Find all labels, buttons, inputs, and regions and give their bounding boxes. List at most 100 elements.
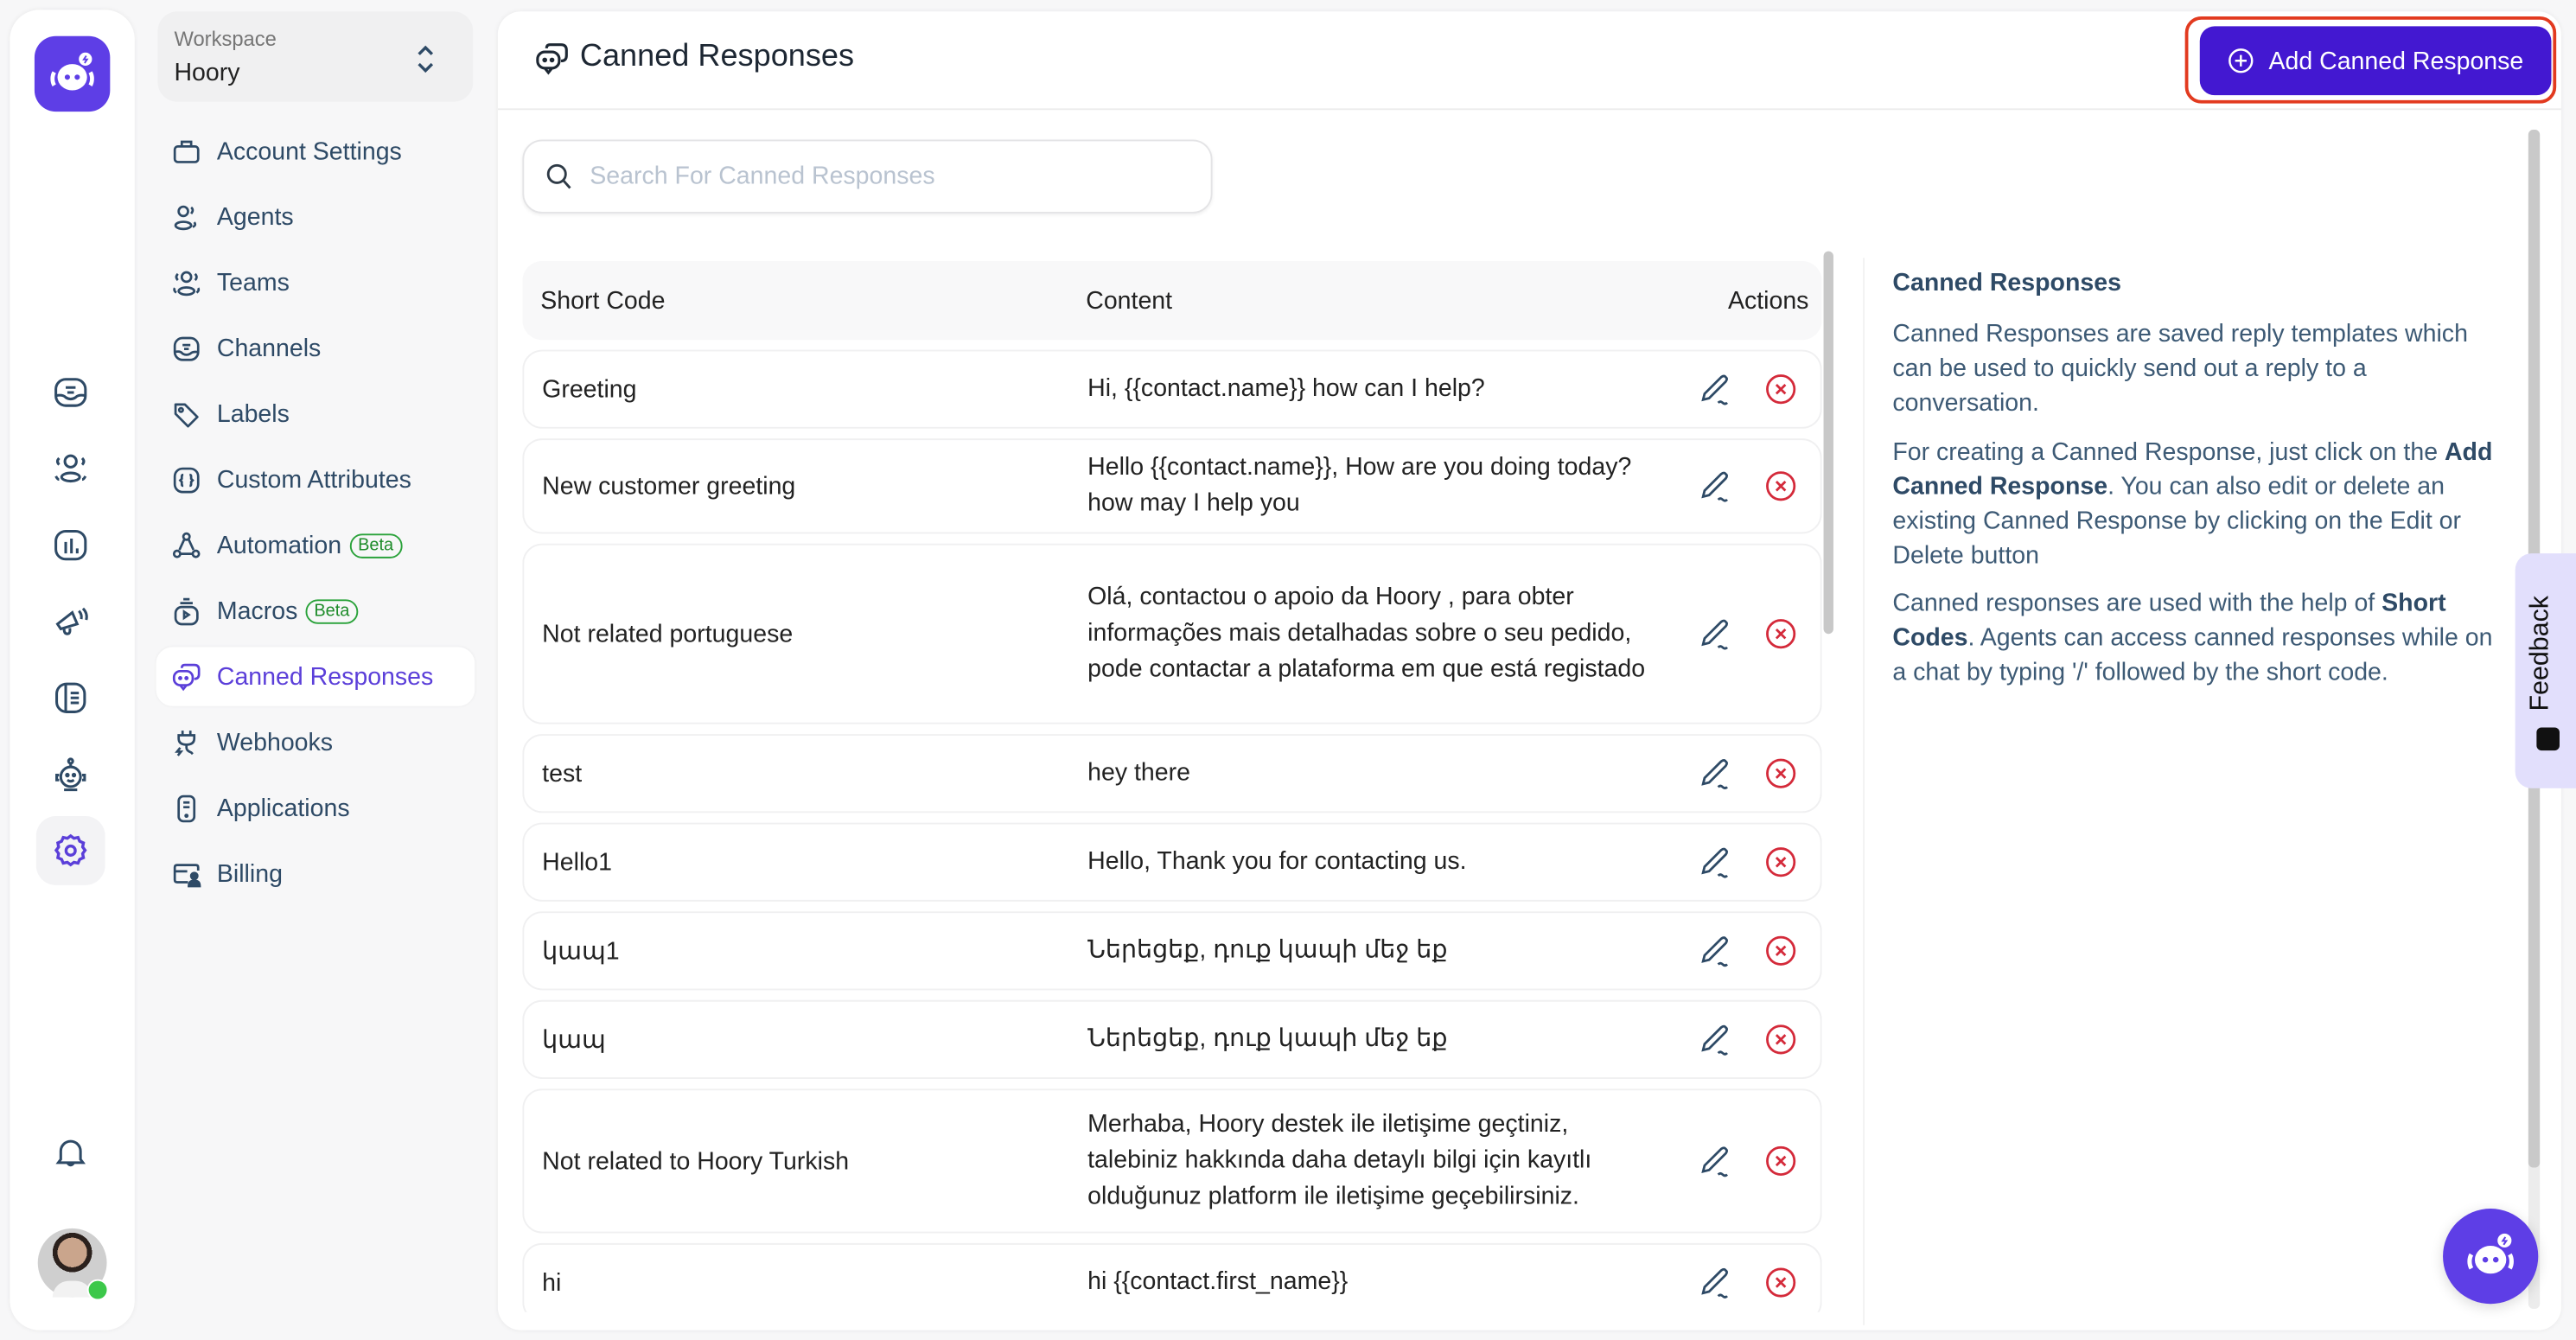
delete-button[interactable] [1761, 1020, 1801, 1060]
delete-button[interactable] [1761, 754, 1801, 794]
briefcase-icon [173, 139, 200, 163]
rail-reports[interactable] [36, 511, 105, 580]
delete-button[interactable] [1761, 1263, 1801, 1303]
megaphone-icon [55, 607, 88, 635]
chat-widget-button[interactable] [2443, 1209, 2539, 1305]
actions-cell [1646, 1141, 1820, 1181]
info-text: For creating a Canned Response, just cli… [1892, 438, 2445, 467]
delete-button[interactable] [1761, 614, 1801, 654]
pencil-icon [1701, 847, 1729, 878]
short-code-cell: Greeting [542, 375, 637, 404]
workspace-switcher[interactable]: Workspace Hoory [157, 11, 474, 102]
sidebar-item-account-settings[interactable]: Account Settings [156, 122, 475, 181]
short-code-cell: Hello1 [542, 848, 612, 877]
table-row: test hey there [522, 734, 1822, 814]
edit-button[interactable] [1695, 369, 1735, 409]
icon-rail [10, 10, 135, 1330]
rail-conversations[interactable] [36, 358, 105, 427]
info-title: Canned Responses [1892, 269, 2121, 297]
delete-button[interactable] [1761, 931, 1801, 971]
x-circle-icon [1766, 1024, 1796, 1055]
sidebar-item-labels[interactable]: Labels [156, 384, 475, 443]
pencil-icon [1701, 1024, 1729, 1056]
content-cell: Hi, {{contact.name}} how can I help? [1087, 374, 1485, 403]
actions-cell [1646, 754, 1820, 794]
sidebar-item-macros[interactable]: Macros Beta [156, 581, 475, 640]
info-text: Canned responses are used with the help … [1892, 589, 2382, 618]
sidebar-item-applications[interactable]: Applications [156, 778, 475, 837]
edit-button[interactable] [1695, 931, 1735, 971]
delete-button[interactable] [1761, 842, 1801, 882]
billing-icon [173, 863, 201, 887]
short-code-cell: hi [542, 1268, 562, 1297]
canned-responses-table: Short Code Content Actions Greeting Hi, {… [522, 261, 1822, 1312]
delete-button[interactable] [1761, 369, 1801, 409]
x-circle-icon [1766, 619, 1796, 649]
main-panel: Canned Responses Add Canned Response Sho… [497, 11, 2561, 1330]
tag-icon [174, 402, 199, 427]
delete-button[interactable] [1761, 466, 1801, 506]
table-row: կապ1 Ներեցեք, դուք կապի մեջ եք [522, 911, 1822, 991]
short-code-cell: Not related to Hoory Turkish [542, 1146, 850, 1176]
hoory-logo[interactable] [34, 35, 111, 112]
rail-campaigns[interactable] [36, 588, 105, 657]
content-cell: Olá, contactou o apoio da Hoory , para o… [1087, 583, 1646, 684]
edit-button[interactable] [1695, 754, 1735, 794]
x-circle-icon [1766, 847, 1796, 877]
sidebar-item-billing[interactable]: Billing [156, 844, 475, 903]
content-cell: Hello, Thank you for contacting us. [1087, 847, 1467, 876]
chat-bubbles-icon [536, 43, 568, 75]
content-cell: Merhaba, Hoory destek ile iletişime geçt… [1087, 1110, 1592, 1210]
rail-settings[interactable] [35, 816, 105, 885]
search-input[interactable] [586, 161, 1185, 193]
settings-sidebar: Workspace Hoory Account Settings Agents … [144, 0, 486, 1340]
table-row: Not related portuguese Olá, contactou o a… [522, 543, 1822, 724]
short-code-cell: կապ [542, 1026, 606, 1055]
workspace-name: Hoory [174, 59, 240, 87]
sidebar-item-automation[interactable]: Automation Beta [156, 515, 475, 574]
plug-icon [175, 730, 196, 756]
table-row: Not related to Hoory Turkish Merhaba, Hoo… [522, 1088, 1822, 1234]
workspace-label: Workspace [174, 28, 277, 51]
smiley-chat-icon [2536, 727, 2560, 751]
pencil-icon [1701, 1267, 1729, 1299]
bot-logo-icon [50, 52, 94, 91]
table-header: Short Code Content Actions [522, 261, 1822, 341]
teams-icon [173, 270, 201, 296]
sidebar-item-custom-attributes[interactable]: Custom Attributes [156, 450, 475, 508]
plus-circle-icon [2228, 48, 2254, 73]
pencil-icon [1701, 471, 1729, 502]
table-scrollbar-thumb[interactable] [1823, 251, 1833, 635]
pencil-icon [1701, 936, 1729, 967]
inbox-icon [54, 378, 87, 407]
sidebar-item-webhooks[interactable]: Webhooks [156, 712, 475, 771]
table-scrollbar[interactable] [1823, 251, 1833, 1303]
rail-notifications[interactable] [36, 1119, 105, 1188]
braces-icon [173, 466, 200, 493]
sidebar-item-channels[interactable]: Channels [156, 319, 475, 378]
robot-icon [55, 757, 86, 792]
user-avatar[interactable] [37, 1228, 109, 1301]
sidebar-item-label: Canned Responses [216, 662, 434, 691]
sidebar-item-teams[interactable]: Teams [156, 253, 475, 312]
delete-button[interactable] [1761, 1141, 1801, 1181]
info-paragraph-2: For creating a Canned Response, just cli… [1892, 435, 2509, 573]
table-row: New customer greeting Hello {{contact.nam… [522, 438, 1822, 534]
short-code-cell: test [542, 759, 583, 788]
rail-help-center[interactable] [36, 663, 105, 732]
edit-button[interactable] [1695, 614, 1735, 654]
feedback-tab[interactable]: Feedback [2515, 553, 2576, 788]
actions-cell [1646, 1263, 1820, 1303]
edit-button[interactable] [1695, 1020, 1735, 1060]
edit-button[interactable] [1695, 1141, 1735, 1181]
edit-button[interactable] [1695, 466, 1735, 506]
edit-button[interactable] [1695, 1263, 1735, 1303]
sidebar-item-agents[interactable]: Agents [156, 188, 475, 246]
actions-cell [1646, 842, 1820, 882]
edit-button[interactable] [1695, 842, 1735, 882]
rail-bot[interactable] [36, 741, 105, 810]
sidebar-item-canned-responses[interactable]: Canned Responses [156, 647, 475, 706]
rail-contacts[interactable] [36, 433, 105, 502]
content-cell: Hello {{contact.name}}, How are you doin… [1087, 453, 1632, 518]
add-canned-response-button[interactable]: Add Canned Response [2199, 26, 2552, 96]
